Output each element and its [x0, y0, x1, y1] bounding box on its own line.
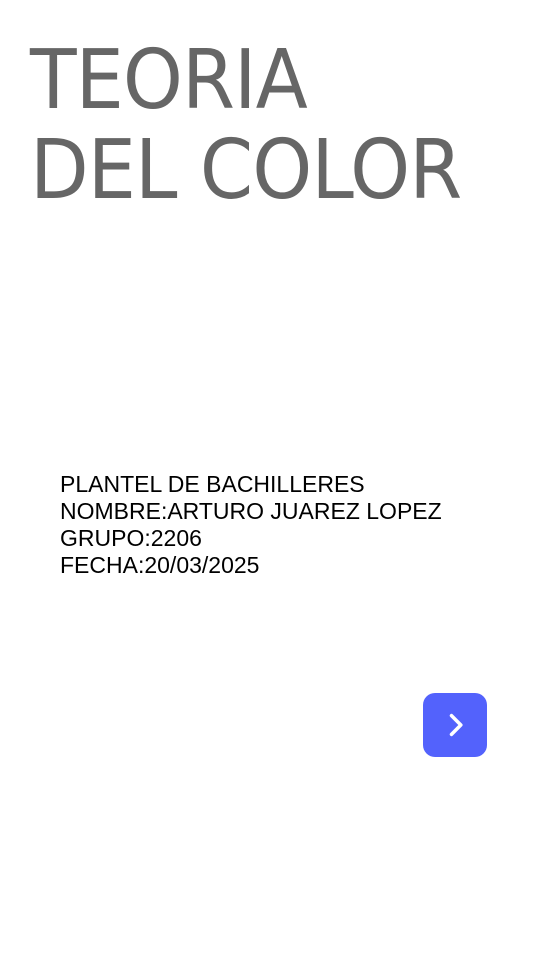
- school-label: PLANTEL DE BACHILLERES: [60, 471, 365, 497]
- student-name: NOMBRE:ARTURO JUAREZ LOPEZ: [60, 498, 442, 524]
- next-button[interactable]: [423, 693, 487, 757]
- title-line-2: DEL COLOR: [30, 123, 462, 218]
- student-info: PLANTEL DE BACHILLERES NOMBRE:ARTURO JUA…: [60, 471, 442, 579]
- page-title: TEORIA DEL COLOR: [30, 33, 462, 218]
- title-line-1: TEORIA: [30, 33, 308, 128]
- date-label: FECHA:20/03/2025: [60, 552, 260, 578]
- chevron-right-icon: [449, 713, 463, 737]
- group-label: GRUPO:2206: [60, 525, 202, 551]
